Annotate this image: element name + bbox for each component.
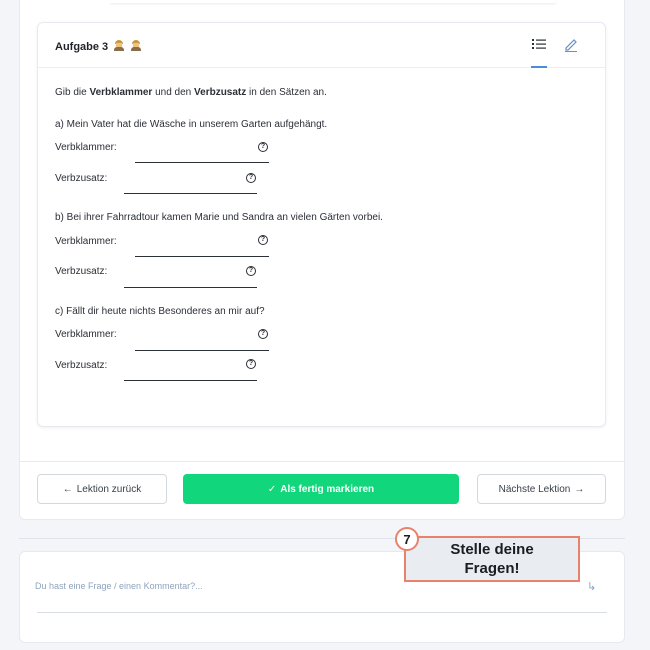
- verbzusatz-label: Verbzusatz:: [55, 266, 108, 277]
- tooltip-line-2: Fragen!: [464, 560, 520, 577]
- previous-lesson-label: Lektion zurück: [76, 483, 142, 495]
- question-c: c) Fällt dir heute nichts Besonderes an …: [55, 306, 265, 317]
- next-lesson-button[interactable]: Nächste Lektion →: [477, 474, 606, 504]
- worker-emoji-icon: [113, 40, 125, 51]
- arrow-left-icon: ←: [62, 483, 73, 495]
- task-instruction: Gib die Verbklammer und den Verbzusatz i…: [55, 87, 327, 98]
- edit-pencil-icon[interactable]: [563, 36, 579, 52]
- section-divider: [19, 461, 625, 462]
- previous-section-edge: [110, 0, 556, 3]
- task-title: Aufgabe 3: [55, 40, 142, 53]
- help-icon[interactable]: ?: [258, 235, 268, 245]
- verbklammer-input-b[interactable]: [135, 256, 269, 257]
- list-view-icon[interactable]: [531, 37, 547, 51]
- previous-lesson-button[interactable]: ← Lektion zurück: [37, 474, 167, 504]
- verbklammer-input-a[interactable]: [135, 162, 269, 163]
- verbzusatz-input-c[interactable]: [124, 380, 257, 381]
- verbklammer-label: Verbklammer:: [55, 329, 117, 340]
- onboarding-tooltip: Stelle deine Fragen!: [404, 536, 580, 582]
- help-icon[interactable]: ?: [246, 266, 256, 276]
- step-badge: 7: [395, 527, 419, 551]
- help-icon[interactable]: ?: [258, 329, 268, 339]
- mark-complete-label: Als fertig markieren: [280, 483, 375, 495]
- arrow-right-icon: →: [574, 483, 585, 495]
- submit-return-icon[interactable]: ↳: [587, 580, 596, 593]
- help-icon[interactable]: ?: [246, 173, 256, 183]
- task-title-text: Aufgabe 3: [55, 41, 109, 53]
- task-card: Aufgabe 3 Gib die Verbklammer und den Ve…: [37, 22, 606, 427]
- check-circle-icon: ✓: [267, 483, 277, 495]
- next-lesson-label: Nächste Lektion: [498, 483, 571, 495]
- verbzusatz-label: Verbzusatz:: [55, 360, 108, 371]
- task-header: Aufgabe 3: [38, 23, 605, 68]
- verbklammer-label: Verbklammer:: [55, 236, 117, 247]
- question-b: b) Bei ihrer Fahrradtour kamen Marie und…: [55, 212, 383, 223]
- verbzusatz-input-b[interactable]: [124, 287, 257, 288]
- verbzusatz-input-a[interactable]: [124, 193, 257, 194]
- mark-complete-button[interactable]: ✓ Als fertig markieren: [183, 474, 459, 504]
- active-tab-indicator: [531, 66, 547, 68]
- comment-underline: [37, 612, 607, 613]
- verbklammer-input-c[interactable]: [135, 350, 269, 351]
- comment-input[interactable]: Du hast eine Frage / einen Kommentar?...: [35, 581, 203, 591]
- help-icon[interactable]: ?: [258, 142, 268, 152]
- help-icon[interactable]: ?: [246, 359, 256, 369]
- verbzusatz-label: Verbzusatz:: [55, 173, 108, 184]
- worker-emoji-icon: [130, 40, 142, 51]
- verbklammer-label: Verbklammer:: [55, 142, 117, 153]
- question-a: a) Mein Vater hat die Wäsche in unserem …: [55, 119, 328, 130]
- tooltip-line-1: Stelle deine: [450, 541, 534, 558]
